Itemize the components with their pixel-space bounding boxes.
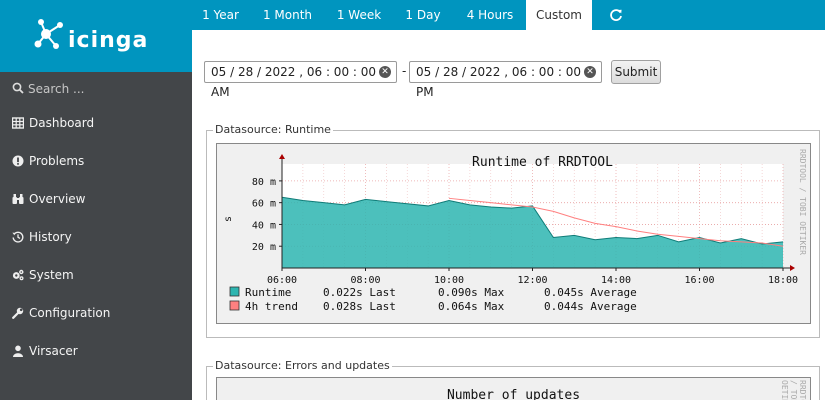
sidebar-item-overview[interactable]: Overview bbox=[0, 183, 192, 217]
x-tick-label: 10:00 bbox=[434, 275, 464, 286]
problems-icon bbox=[12, 155, 24, 167]
logo-text: icinga bbox=[68, 28, 149, 53]
updates-graph: Number of updates RRDTOOL / TOBI OETIKER bbox=[216, 377, 811, 400]
y-tick-label: 60 m bbox=[252, 199, 276, 210]
tab-1-month[interactable]: 1 Month bbox=[249, 0, 326, 30]
range-separator: - bbox=[402, 64, 407, 78]
sidebar-item-label: Virsacer bbox=[29, 344, 78, 358]
x-tick-label: 08:00 bbox=[350, 275, 380, 286]
legend-swatch bbox=[229, 286, 240, 297]
sidebar-item-label: Configuration bbox=[29, 306, 111, 320]
y-tick-label: 80 m bbox=[252, 177, 276, 188]
legend-last: 0.028s Last bbox=[323, 300, 396, 313]
sidebar-item-problems[interactable]: Problems bbox=[0, 145, 192, 179]
tab-4-hours[interactable]: 4 Hours bbox=[454, 0, 526, 30]
sidebar: icinga Dashboard Problems bbox=[0, 0, 192, 400]
y-tick-label: 40 m bbox=[252, 220, 276, 231]
y-axis-label: s bbox=[223, 216, 234, 222]
submit-button[interactable]: Submit bbox=[611, 60, 661, 84]
updates-graph-title: Number of updates bbox=[446, 388, 581, 400]
legend-average: 0.044s Average bbox=[544, 300, 637, 313]
user-icon bbox=[13, 345, 23, 357]
x-tick-label: 06:00 bbox=[267, 275, 297, 286]
wrench-icon bbox=[12, 307, 24, 319]
legend-max: 0.064s Max bbox=[438, 300, 505, 313]
time-range-tabs: 1 Year 1 Month 1 Week 1 Day 4 Hours Cust… bbox=[192, 0, 825, 30]
sidebar-item-configuration[interactable]: Configuration bbox=[0, 297, 192, 331]
start-datetime-input[interactable]: 05 / 28 / 2022 , 06 : 00 : 00 AM ✕ bbox=[204, 61, 397, 99]
legend-label: Runtime bbox=[245, 286, 291, 299]
x-tick-label: 18:00 bbox=[768, 275, 798, 286]
sidebar-item-label: Problems bbox=[29, 154, 85, 168]
legend-max: 0.090s Max bbox=[438, 286, 505, 299]
tab-1-week[interactable]: 1 Week bbox=[326, 0, 392, 30]
legend-last: 0.022s Last bbox=[323, 286, 396, 299]
tab-1-year[interactable]: 1 Year bbox=[192, 0, 249, 30]
clear-start-icon[interactable]: ✕ bbox=[379, 66, 391, 78]
system-icon bbox=[12, 269, 24, 281]
y-tick-label: 20 m bbox=[252, 242, 276, 253]
chart-watermark: RRDTOOL / TOBI OETIKER bbox=[798, 149, 807, 255]
x-axis-arrow bbox=[790, 265, 795, 271]
search-bar bbox=[0, 72, 192, 106]
y-axis-arrow bbox=[279, 154, 285, 159]
sidebar-item-label: System bbox=[29, 268, 74, 282]
logo[interactable]: icinga bbox=[0, 0, 192, 72]
dashboard-icon bbox=[12, 117, 24, 129]
datasource-errors-legend: Datasource: Errors and updates bbox=[213, 359, 392, 372]
legend-average: 0.045s Average bbox=[544, 286, 637, 299]
overview-icon bbox=[12, 194, 24, 204]
sidebar-item-history[interactable]: History bbox=[0, 221, 192, 255]
sidebar-item-label: History bbox=[29, 230, 72, 244]
refresh-icon[interactable] bbox=[609, 8, 623, 22]
icinga-logo-icon bbox=[34, 19, 63, 49]
legend-label: 4h trend bbox=[245, 300, 298, 313]
end-datetime-input[interactable]: 05 / 28 / 2022 , 06 : 00 : 00 PM ✕ bbox=[409, 61, 602, 99]
sidebar-item-user[interactable]: Virsacer bbox=[0, 335, 192, 369]
sidebar-item-dashboard[interactable]: Dashboard bbox=[0, 107, 192, 141]
x-tick-label: 12:00 bbox=[517, 275, 547, 286]
start-datetime-value: 05 / 28 / 2022 , 06 : 00 : 00 AM bbox=[211, 65, 377, 99]
runtime-graph: Runtime of RRDTOOL 20 m 40 m 60 m 80 m s 06:00… bbox=[216, 143, 811, 324]
chart-title: Runtime of RRDTOOL bbox=[472, 155, 613, 170]
datasource-runtime-legend: Datasource: Runtime bbox=[213, 123, 333, 136]
search-input[interactable] bbox=[28, 80, 178, 98]
tab-custom[interactable]: Custom bbox=[526, 0, 592, 30]
sidebar-item-system[interactable]: System bbox=[0, 259, 192, 293]
x-tick-label: 14:00 bbox=[601, 275, 631, 286]
end-datetime-value: 05 / 28 / 2022 , 06 : 00 : 00 PM bbox=[416, 65, 582, 99]
search-icon bbox=[12, 82, 24, 94]
sidebar-item-label: Dashboard bbox=[29, 116, 95, 130]
clear-end-icon[interactable]: ✕ bbox=[584, 66, 596, 78]
updates-graph-watermark: RRDTOOL / TOBI OETIKER bbox=[780, 380, 807, 400]
sidebar-item-label: Overview bbox=[29, 192, 86, 206]
tab-1-day[interactable]: 1 Day bbox=[392, 0, 454, 30]
runtime-chart: Runtime of RRDTOOL 20 m 40 m 60 m 80 m s 06:00… bbox=[223, 149, 807, 313]
history-icon bbox=[12, 231, 24, 243]
x-tick-label: 16:00 bbox=[684, 275, 714, 286]
legend-swatch bbox=[229, 300, 240, 311]
